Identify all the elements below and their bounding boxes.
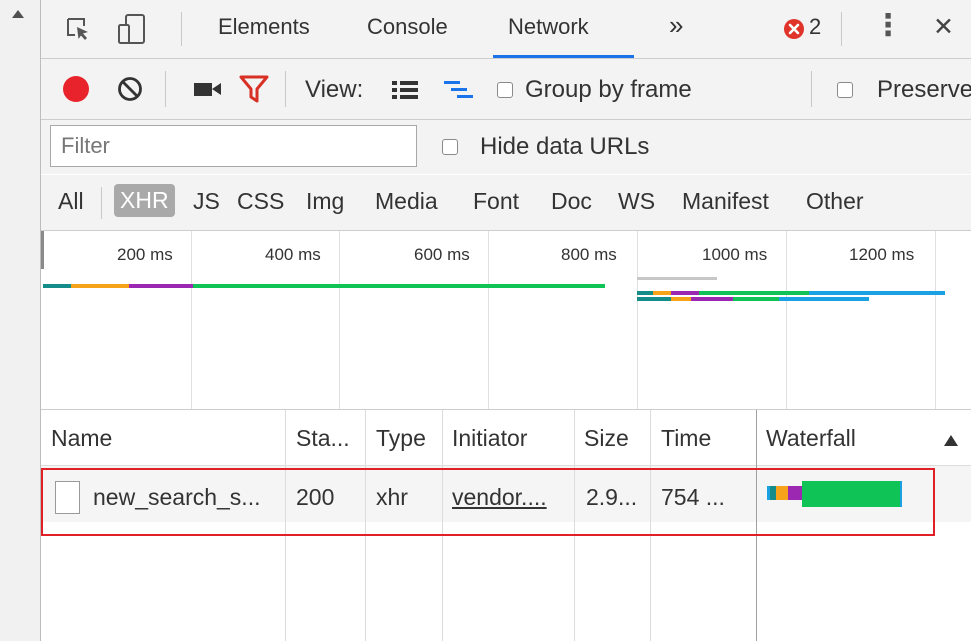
overview-gridline xyxy=(488,231,489,409)
filter-input[interactable] xyxy=(50,125,417,167)
overview-tick-label: 800 ms xyxy=(561,245,617,264)
inspect-element-icon[interactable] xyxy=(65,16,91,42)
type-filter-doc[interactable]: Doc xyxy=(551,188,592,215)
toolbar-separator xyxy=(285,71,286,107)
menu-kebab-icon[interactable]: ⋮ xyxy=(873,8,903,43)
overview-gridline xyxy=(935,231,936,409)
toolbar-separator xyxy=(811,71,812,107)
tab-console[interactable]: Console xyxy=(367,14,448,40)
error-count[interactable]: 2 xyxy=(809,14,821,40)
overview-bar-segment xyxy=(129,284,193,288)
overview-left-handle[interactable] xyxy=(41,231,44,269)
network-request-table: Name Sta... Type Initiator Size Time Wat… xyxy=(41,410,971,641)
overview-bar-segment xyxy=(43,284,71,288)
capture-screenshots-icon[interactable] xyxy=(193,79,223,99)
type-filter-media[interactable]: Media xyxy=(375,188,438,215)
filter-toggle-icon[interactable] xyxy=(239,75,269,103)
sort-ascending-icon[interactable] xyxy=(944,435,958,446)
type-filter-ws[interactable]: WS xyxy=(618,188,655,215)
overview-tick-label: 1200 ms xyxy=(849,245,915,264)
group-by-frame-label[interactable]: Group by frame xyxy=(525,76,692,104)
resource-type-filters: All XHR JS CSS Img Media Font Doc WS Man… xyxy=(41,175,971,231)
type-filter-css[interactable]: CSS xyxy=(237,188,284,215)
overview-bar-segment xyxy=(691,297,733,301)
overview-bar-segment xyxy=(637,277,717,280)
scrollbar-gutter[interactable] xyxy=(0,0,41,641)
overview-bar-segment xyxy=(637,297,671,301)
overview-bar-segment xyxy=(671,297,691,301)
overview-gridline xyxy=(786,231,787,409)
scroll-up-arrow-icon[interactable] xyxy=(12,10,24,18)
overview-bar-segment xyxy=(809,291,945,295)
overview-tick-label: 1000 ms xyxy=(702,245,768,264)
type-filter-other[interactable]: Other xyxy=(806,188,864,215)
large-rows-icon[interactable] xyxy=(391,79,419,101)
active-tab-indicator xyxy=(493,55,634,58)
device-toolbar-icon[interactable] xyxy=(117,13,147,45)
type-filter-font[interactable]: Font xyxy=(473,188,519,215)
tab-elements[interactable]: Elements xyxy=(218,14,310,40)
overview-bar-segment xyxy=(779,297,869,301)
overview-bar-segment xyxy=(671,291,699,295)
overview-bar-segment xyxy=(699,291,809,295)
error-icon[interactable] xyxy=(783,18,805,40)
column-header-waterfall[interactable]: Waterfall xyxy=(766,425,856,452)
tab-separator xyxy=(841,12,842,46)
type-filter-js[interactable]: JS xyxy=(193,188,220,215)
column-header-type[interactable]: Type xyxy=(376,425,426,452)
column-header-initiator[interactable]: Initiator xyxy=(452,425,527,452)
column-header-time[interactable]: Time xyxy=(661,425,711,452)
overview-bar-segment xyxy=(71,284,129,288)
type-filter-manifest[interactable]: Manifest xyxy=(682,188,769,215)
show-overview-icon[interactable] xyxy=(443,79,475,101)
type-filter-all[interactable]: All xyxy=(58,188,84,215)
column-header-name[interactable]: Name xyxy=(51,425,112,452)
clear-icon[interactable] xyxy=(117,76,143,102)
network-overview-timeline[interactable]: 200 ms 400 ms 600 ms 800 ms 1000 ms 1200… xyxy=(41,231,971,410)
row-highlight-annotation xyxy=(41,468,935,536)
type-filter-separator xyxy=(101,187,102,219)
overview-gridline xyxy=(637,231,638,409)
hide-data-urls-label[interactable]: Hide data URLs xyxy=(480,133,649,161)
hide-data-urls-checkbox[interactable] xyxy=(442,139,458,155)
more-tabs-button[interactable]: » xyxy=(669,10,683,41)
view-label: View: xyxy=(305,76,364,103)
overview-gridline xyxy=(339,231,340,409)
devtools-tab-bar: Elements Console Network » 2 ⋮ ✕ xyxy=(41,0,971,59)
overview-bar-segment xyxy=(193,284,605,288)
overview-bar-segment xyxy=(733,297,779,301)
tab-separator xyxy=(181,12,182,46)
group-by-frame-checkbox[interactable] xyxy=(497,82,513,98)
type-filter-xhr[interactable]: XHR xyxy=(114,184,175,217)
toolbar-separator xyxy=(165,71,166,107)
overview-tick-label: 200 ms xyxy=(117,245,173,264)
overview-gridline xyxy=(191,231,192,409)
type-filter-img[interactable]: Img xyxy=(306,188,344,215)
column-header-size[interactable]: Size xyxy=(584,425,629,452)
close-devtools-button[interactable]: ✕ xyxy=(933,12,954,42)
preserve-log-label[interactable]: Preserve xyxy=(877,76,971,104)
overview-tick-label: 400 ms xyxy=(265,245,321,264)
record-button[interactable] xyxy=(63,76,89,102)
overview-bar-segment xyxy=(653,291,671,295)
tab-network[interactable]: Network xyxy=(508,14,589,40)
overview-tick-label: 600 ms xyxy=(414,245,470,264)
network-toolbar: View: Group by frame Preserve xyxy=(41,59,971,120)
filter-row: Hide data URLs xyxy=(41,120,971,174)
column-header-status[interactable]: Sta... xyxy=(296,425,350,452)
preserve-log-checkbox[interactable] xyxy=(837,82,853,98)
overview-bar-segment xyxy=(637,291,653,295)
